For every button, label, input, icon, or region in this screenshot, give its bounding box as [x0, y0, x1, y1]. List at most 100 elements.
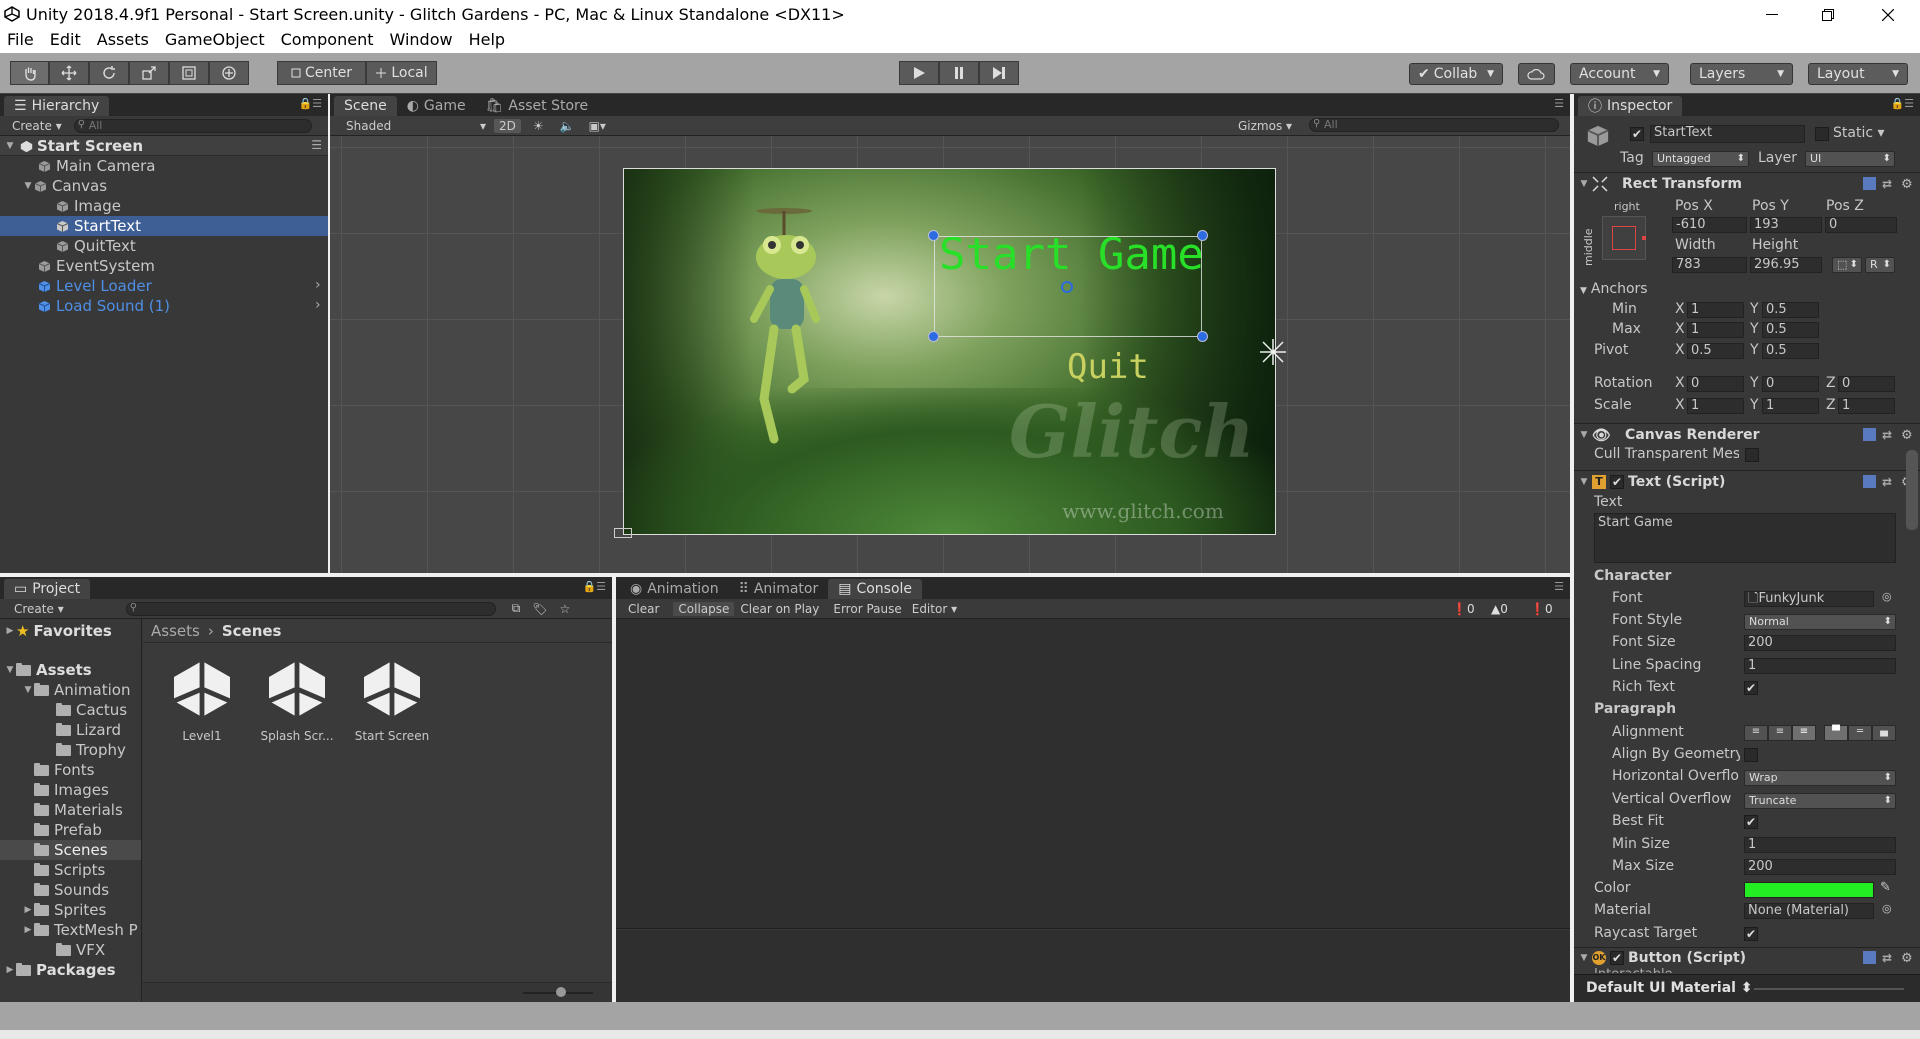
panel-menu-icon[interactable]: 🔒☰ [298, 97, 322, 110]
filter-type-icon[interactable]: ⧉ [512, 601, 521, 616]
error-count-toggle[interactable]: ❗0 [1530, 602, 1553, 616]
folder-scenes[interactable]: Scenes [22, 840, 108, 860]
icon-size-slider-thumb[interactable] [556, 987, 566, 997]
expand-arrow-icon[interactable]: ▶ [4, 626, 16, 636]
menu-component[interactable]: Component [281, 29, 374, 53]
text-enabled-checkbox[interactable]: ✔ [1610, 474, 1624, 489]
folder-scripts[interactable]: Scripts [22, 860, 105, 880]
effects-toggle-icon[interactable]: ▣▾ [589, 119, 606, 133]
tab-console[interactable]: ▤ Console [828, 579, 923, 599]
preset-icon[interactable]: ⇄ [1882, 177, 1895, 191]
favorite-star-icon[interactable]: ☆ [560, 602, 571, 616]
settings-gear-icon[interactable]: ⚙ [1901, 428, 1914, 443]
filter-label-icon[interactable]: 🏷 [532, 602, 547, 616]
rotate-tool-button[interactable] [89, 61, 129, 85]
object-picker-icon[interactable]: ◎ [1882, 590, 1892, 603]
settings-gear-icon[interactable]: ⚙ [1901, 177, 1914, 192]
play-button[interactable] [899, 61, 939, 85]
expand-arrow-icon[interactable]: ▶ [22, 905, 34, 915]
folder-sounds[interactable]: Sounds [22, 880, 109, 900]
hierarchy-item-canvas[interactable]: ▼ Canvas [22, 176, 322, 196]
gizmos-dropdown[interactable]: Gizmos ▾ [1238, 119, 1292, 133]
menu-assets[interactable]: Assets [97, 29, 149, 53]
local-toggle[interactable]: Local [366, 61, 437, 85]
raw-edit-button[interactable]: R [1865, 257, 1895, 273]
scene-root[interactable]: ▼ Start Screen [4, 136, 143, 156]
folder-lizard[interactable]: Lizard [44, 720, 121, 740]
name-field[interactable]: StartText [1650, 125, 1805, 143]
move-tool-button[interactable] [49, 61, 89, 85]
folder-trophy[interactable]: Trophy [44, 740, 126, 760]
active-checkbox[interactable]: ✔ [1630, 127, 1644, 141]
rect-tool-button[interactable] [169, 61, 209, 85]
shading-dropdown[interactable]: Shaded ▾ [346, 119, 486, 133]
inspector-scrollbar-thumb[interactable] [1906, 450, 1918, 530]
anchor-min-x-field[interactable]: 1 [1687, 302, 1744, 318]
text-script-header[interactable]: ▼ T ✔ Text (Script) ⇄⚙ [1574, 470, 1920, 492]
canvas-renderer-header[interactable]: ▼ 👁 Canvas Renderer ⇄ ⚙ [1574, 423, 1920, 445]
hierarchy-search-input[interactable]: All [73, 118, 312, 133]
align-top-icon[interactable]: ▀ [1824, 725, 1848, 741]
preset-icon[interactable]: ⇄ [1882, 475, 1895, 489]
text-value-area[interactable]: Start Game [1594, 513, 1896, 563]
material-field[interactable]: None (Material) [1744, 903, 1874, 919]
layer-dropdown[interactable]: UI [1805, 151, 1895, 167]
folder-vfx[interactable]: VFX [44, 940, 105, 960]
audio-toggle-icon[interactable]: 🔈 [560, 119, 575, 133]
layers-dropdown[interactable]: Layers ▼ [1690, 63, 1793, 85]
max-size-field[interactable]: 200 [1744, 859, 1896, 875]
preview-drag-handle[interactable] [1754, 988, 1904, 990]
warning-count-toggle[interactable]: ▲0 [1491, 602, 1508, 616]
rotation-z-field[interactable]: 0 [1838, 376, 1895, 392]
expand-arrow-icon[interactable]: ▼ [22, 181, 34, 191]
width-field[interactable]: 783 [1672, 257, 1747, 273]
tab-animator[interactable]: ⠿ Animator [729, 579, 829, 599]
tab-asset-store[interactable]: 🛍 Asset Store [476, 96, 599, 116]
help-book-icon[interactable] [1863, 177, 1876, 190]
console-log-list[interactable] [616, 619, 1570, 929]
static-checkbox[interactable] [1815, 127, 1829, 141]
material-preview-bar[interactable]: Default UI Material ⬍ [1574, 974, 1920, 1002]
tab-scene[interactable]: Scene [334, 96, 397, 116]
breadcrumb-assets[interactable]: Assets [151, 622, 200, 640]
project-search-input[interactable] [125, 601, 496, 616]
pivot-y-field[interactable]: 0.5 [1762, 343, 1819, 359]
button-enabled-checkbox[interactable]: ✔ [1610, 950, 1624, 965]
hand-tool-button[interactable] [10, 61, 49, 85]
align-by-geometry-checkbox[interactable] [1744, 748, 1758, 762]
help-book-icon[interactable] [1863, 475, 1876, 488]
center-toggle[interactable]: Center [277, 61, 366, 85]
tag-dropdown[interactable]: Untagged [1652, 151, 1749, 167]
quit-text[interactable]: Quit [1067, 347, 1149, 387]
button-script-header[interactable]: ▼ OK ✔ Button (Script) ⇄ ⚙ [1574, 947, 1920, 967]
font-style-dropdown[interactable]: Normal [1744, 614, 1896, 630]
preset-icon[interactable]: ⇄ [1882, 951, 1895, 965]
pos-z-field[interactable]: 0 [1825, 217, 1897, 233]
expand-arrow-icon[interactable]: ▼ [1578, 179, 1590, 189]
raycast-target-checkbox[interactable]: ✔ [1744, 927, 1758, 941]
tab-project[interactable]: ▭ Project [4, 579, 91, 599]
folder-animation[interactable]: ▼ Animation [22, 680, 131, 700]
menu-gameobject[interactable]: GameObject [165, 29, 265, 53]
console-detail-area[interactable] [616, 930, 1570, 1002]
rect-transform-header[interactable]: ▼ Rect Transform ⇄ ⚙ [1574, 172, 1920, 194]
help-book-icon[interactable] [1863, 951, 1876, 964]
project-create-button[interactable]: Create ▾ [14, 602, 64, 616]
collab-dropdown[interactable]: ✔ Collab ▼ [1409, 63, 1503, 85]
blueprint-mode-button[interactable]: ⬚ [1832, 257, 1862, 273]
help-book-icon[interactable] [1863, 428, 1876, 441]
pause-button[interactable] [939, 61, 979, 85]
expand-arrow-icon[interactable]: ▼ [1578, 477, 1590, 487]
rect-handle-bottom-left[interactable] [928, 331, 939, 342]
expand-arrow-icon[interactable]: ▼ [4, 665, 16, 675]
tab-animation[interactable]: ◉ Animation [620, 579, 729, 599]
hierarchy-item-eventsystem[interactable]: EventSystem [26, 256, 326, 276]
asset-level1[interactable]: Level1 [162, 657, 242, 743]
folder-prefab[interactable]: Prefab [22, 820, 102, 840]
pos-x-field[interactable]: -610 [1672, 217, 1747, 233]
game-canvas-image[interactable]: www.glitch.com Glitch Start Game Quit [623, 168, 1276, 535]
align-left-icon[interactable]: ≡ [1744, 725, 1768, 741]
hierarchy-item-starttext[interactable]: StartText [44, 216, 324, 236]
hierarchy-item-image[interactable]: Image [44, 196, 324, 216]
packages-node[interactable]: ▶ Packages [4, 960, 116, 980]
